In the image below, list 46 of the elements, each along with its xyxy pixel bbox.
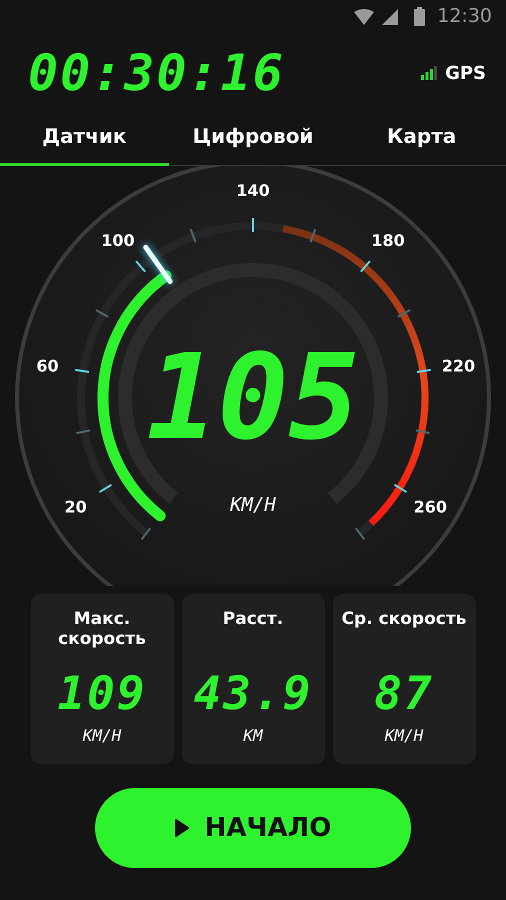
- tick-mark: [76, 429, 90, 434]
- scale-label: 100: [101, 230, 135, 250]
- start-button[interactable]: НАЧАЛО: [95, 788, 411, 868]
- tab[interactable]: Цифровой: [168, 113, 338, 166]
- signal-bars-icon: [421, 66, 438, 80]
- tab[interactable]: Карта: [337, 113, 506, 166]
- speed-reading: 105: [146, 328, 360, 466]
- tick-mark: [252, 218, 254, 232]
- scale-label: 20: [64, 498, 87, 517]
- tick-mark: [75, 368, 90, 374]
- gauge-needle: [143, 244, 173, 284]
- stat-value: 109: [57, 670, 147, 716]
- tick-mark: [140, 528, 152, 540]
- scale-label: 60: [36, 356, 59, 376]
- tick-mark: [135, 260, 146, 272]
- tick-mark: [397, 309, 411, 318]
- scale-label: 180: [371, 230, 405, 250]
- tick-mark: [95, 309, 109, 318]
- tick-mark: [360, 260, 371, 272]
- stat-unit: КМ/Н: [82, 725, 122, 747]
- signal-icon: [382, 8, 398, 24]
- status-time: 12:30: [437, 4, 492, 30]
- tick-mark: [416, 429, 430, 434]
- stat-label: Ср. скорость: [342, 610, 466, 630]
- timer-display: 00:30:16: [28, 48, 285, 98]
- tick-mark: [310, 228, 316, 243]
- stat-value: 87: [374, 670, 434, 716]
- stat-value: 43.9: [194, 670, 312, 716]
- stat-unit: КМ/Н: [384, 725, 424, 747]
- tick-mark: [190, 228, 196, 243]
- tab[interactable]: Датчик: [0, 113, 169, 166]
- tick-mark: [394, 484, 407, 493]
- scale-label: 260: [414, 498, 448, 517]
- battery-icon: [414, 7, 426, 26]
- speed-unit: КМ/Н: [230, 494, 276, 516]
- wifi-icon: [354, 8, 374, 24]
- gps-label: GPS: [445, 62, 486, 86]
- stat-label: Макс. скорость: [57, 610, 147, 650]
- stat-label: Расст.: [222, 610, 284, 630]
- scale-label: 220: [442, 356, 476, 376]
- tick-mark: [416, 368, 431, 374]
- play-icon: [174, 819, 189, 837]
- tick-mark: [354, 528, 366, 540]
- tick-mark: [99, 484, 112, 493]
- scale-label: 140: [236, 181, 270, 200]
- stat-unit: КМ: [243, 725, 263, 747]
